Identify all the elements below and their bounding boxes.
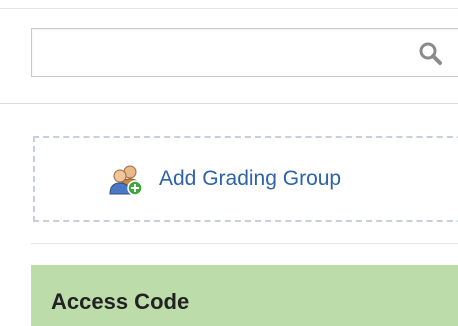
add-grading-group-label: Add Grading Group	[159, 167, 342, 190]
top-divider	[0, 8, 458, 9]
divider	[31, 243, 458, 244]
section-title: Access Code	[51, 289, 190, 314]
search-icon[interactable]	[418, 41, 444, 67]
page: Add Grading Group Access Code	[0, 0, 458, 326]
access-code-section-header: Access Code	[31, 265, 458, 326]
section-divider	[0, 103, 458, 104]
search-box[interactable]	[31, 28, 458, 77]
add-group-icon	[108, 164, 144, 196]
search-input[interactable]	[32, 29, 412, 76]
add-grading-group-button[interactable]: Add Grading Group	[33, 136, 458, 222]
